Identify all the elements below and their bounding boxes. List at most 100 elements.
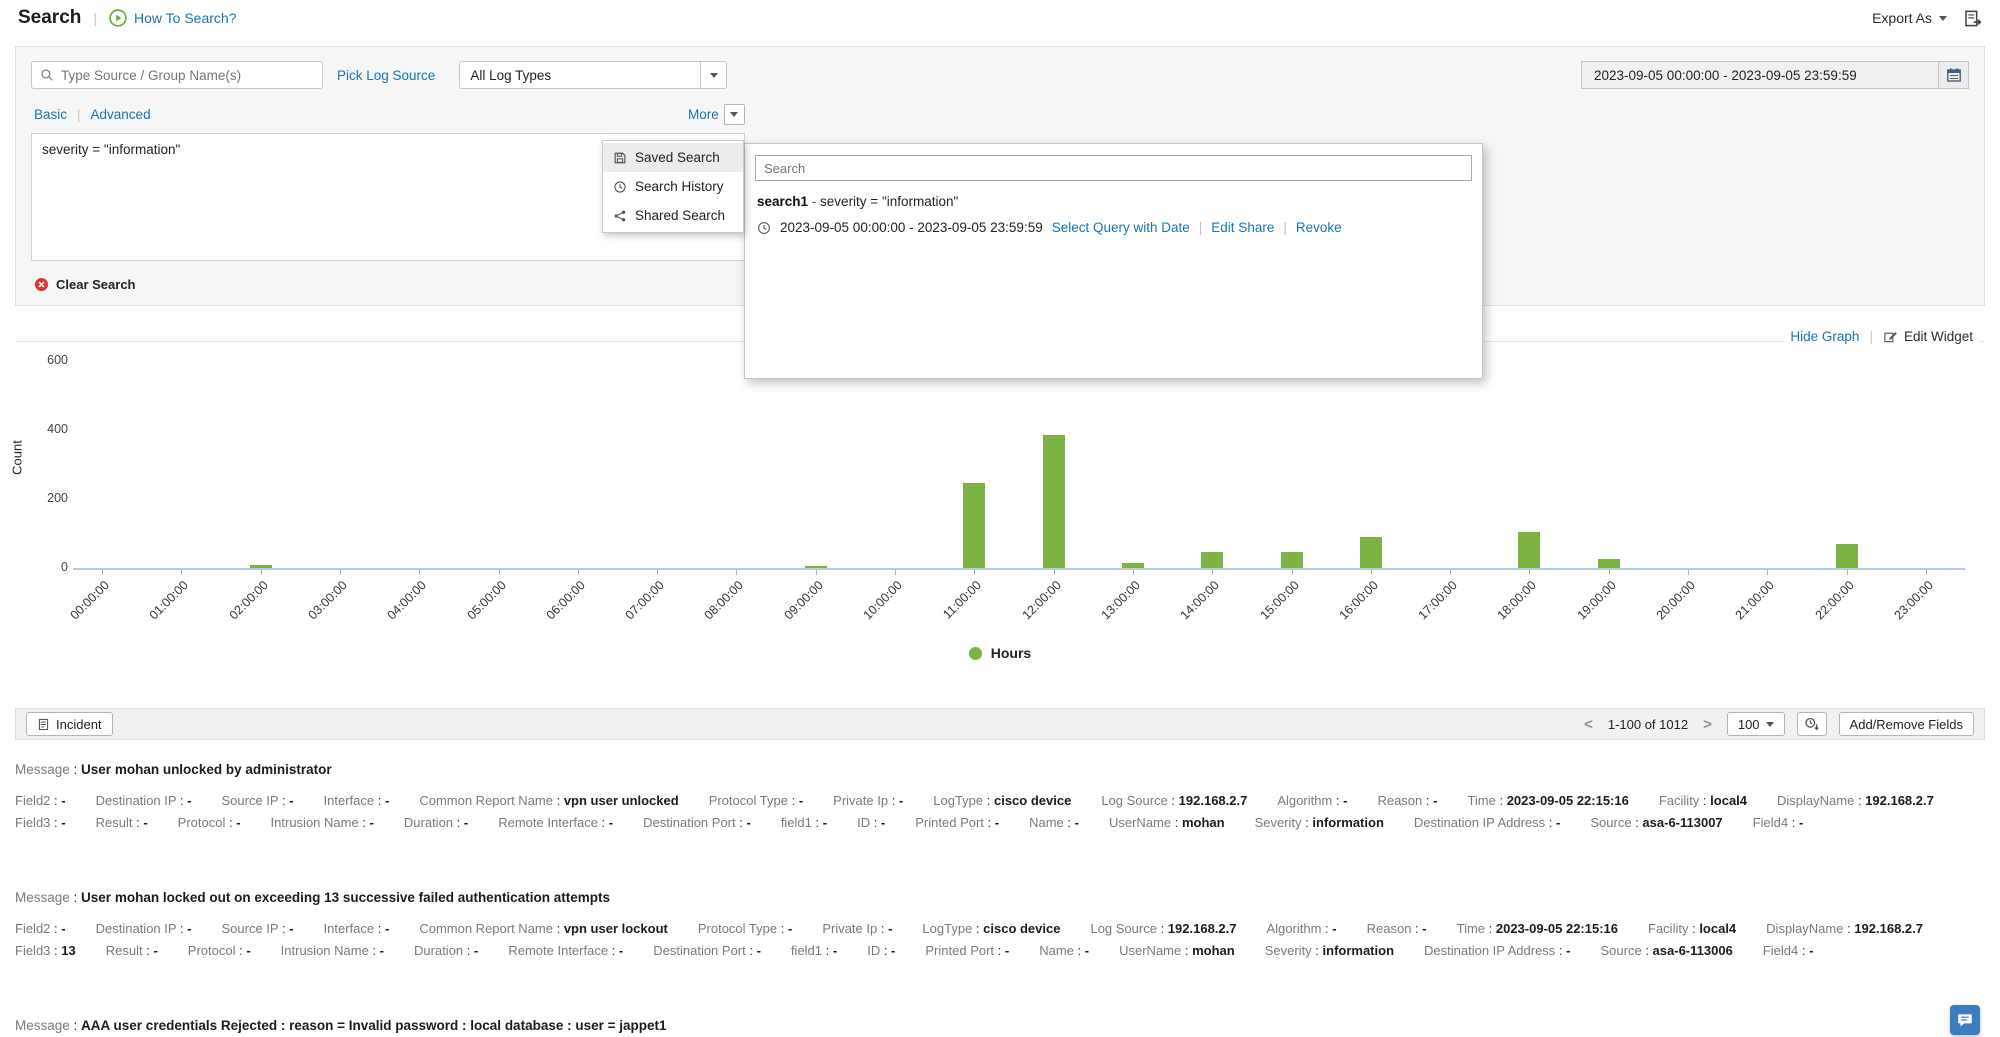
y-axis-tick-label: 600	[47, 353, 68, 367]
chart-bar[interactable]	[1518, 531, 1541, 568]
export-report-icon[interactable]	[1963, 9, 1982, 28]
field-label: ID	[867, 943, 881, 958]
field-value: -	[379, 943, 385, 958]
x-axis-tick	[657, 570, 659, 575]
menu-item-shared-search[interactable]: Shared Search	[603, 201, 743, 230]
log-field: Interface : -	[323, 921, 390, 936]
log-field: Facility : local4	[1658, 793, 1748, 808]
chart-bar[interactable]	[1359, 536, 1382, 568]
field-label: LogType	[933, 793, 984, 808]
message-value: User mohan locked out on exceeding 13 su…	[81, 890, 610, 905]
saved-action-3[interactable]: Revoke	[1274, 220, 1342, 235]
log-field: Destination IP Address : -	[1424, 943, 1571, 958]
field-value: -	[1566, 943, 1571, 958]
sort-by-time-button[interactable]	[1796, 712, 1827, 736]
saved-search-item[interactable]: search1severity = "information"	[755, 194, 1472, 209]
tab-advanced[interactable]: Advanced	[91, 107, 151, 122]
field-label: Destination IP Address	[1424, 943, 1556, 958]
pick-log-source-link[interactable]: Pick Log Source	[337, 68, 435, 83]
field-value: mohan	[1181, 815, 1225, 830]
history-icon	[613, 180, 627, 194]
log-message: Message : AAA user credentials Rejected …	[15, 1018, 667, 1033]
chart-bar[interactable]	[1280, 552, 1303, 568]
x-axis-tick	[1212, 570, 1214, 575]
next-page-button[interactable]: >	[1700, 716, 1715, 733]
field-label: Destination IP	[95, 793, 177, 808]
log-field: Duration : -	[403, 815, 469, 830]
source-search-input[interactable]	[61, 67, 314, 83]
incident-button[interactable]: Incident	[26, 712, 113, 736]
field-label: Log Source	[1090, 921, 1157, 936]
play-circle-icon	[109, 9, 127, 27]
more-dropdown-button[interactable]	[723, 104, 745, 125]
chart-bar[interactable]	[963, 483, 986, 568]
add-remove-fields-button[interactable]: Add/Remove Fields	[1838, 712, 1974, 736]
field-label: field1	[780, 815, 812, 830]
field-label: field1	[790, 943, 823, 958]
export-as-button[interactable]: Export As	[1872, 10, 1947, 26]
log-fields-row: Field3 : - Result : - Protocol : - Intrusio…	[15, 812, 1985, 834]
chart-bar[interactable]	[249, 565, 272, 568]
edit-widget-button[interactable]: Edit Widget	[1883, 329, 1973, 344]
field-value: -	[236, 815, 241, 830]
log-field: Log Source : 192.168.2.7	[1101, 793, 1248, 808]
log-type-select[interactable]: All Log Types	[459, 61, 728, 89]
tab-basic[interactable]: Basic	[34, 107, 67, 122]
log-field: Field3 : 13	[15, 943, 76, 958]
how-to-search-link[interactable]: How To Search?	[109, 9, 236, 27]
saved-search-filter-input[interactable]	[755, 155, 1472, 181]
x-axis-tick	[815, 570, 817, 575]
field-value: -	[187, 793, 192, 808]
field-value: -	[61, 815, 66, 830]
menu-item-search-history[interactable]: Search History	[603, 172, 743, 201]
field-label: Protocol	[187, 943, 236, 958]
prev-page-button[interactable]: <	[1581, 716, 1596, 733]
log-field: ID : -	[857, 815, 886, 830]
chart-bar[interactable]	[1121, 562, 1144, 568]
log-fields-row: Field2 : - Destination IP : - Source IP : …	[15, 918, 1985, 940]
saved-action-1[interactable]: Select Query with Date	[1052, 220, 1190, 235]
bar-chart: Count 0 200 400 600 00:00:00 01:00:00 02:00:00…	[0, 350, 2000, 650]
chart-bar[interactable]	[804, 566, 827, 568]
separator	[77, 107, 81, 122]
log-field: Protocol Type : -	[708, 793, 804, 808]
log-field: Severity : information	[1254, 815, 1384, 830]
x-axis-tick	[339, 570, 341, 575]
menu-item-saved-search[interactable]: Saved Search	[603, 143, 743, 172]
log-field: Reason : -	[1366, 921, 1427, 936]
share-icon	[613, 209, 627, 223]
field-value: -	[463, 815, 469, 830]
date-range-value[interactable]: 2023-09-05 00:00:00 - 2023-09-05 23:59:5…	[1581, 61, 1939, 89]
hide-graph-link[interactable]: Hide Graph	[1790, 329, 1859, 344]
more-link[interactable]: More	[688, 107, 719, 122]
field-label: Name	[1029, 815, 1064, 830]
field-label: Intrusion Name	[280, 943, 369, 958]
chart-legend[interactable]: Hours	[0, 645, 2000, 661]
chart-bar[interactable]	[1597, 559, 1620, 568]
field-value: -	[369, 815, 374, 830]
field-value: -	[1433, 793, 1438, 808]
log-field: Protocol Type : -	[697, 921, 793, 936]
field-value: cisco device	[993, 793, 1072, 808]
source-search-field[interactable]	[31, 61, 323, 89]
chart-bar[interactable]	[1042, 435, 1065, 568]
chart-bar[interactable]	[1201, 552, 1224, 568]
clear-search-button[interactable]: Clear Search	[34, 277, 136, 292]
x-axis-tick	[1529, 570, 1531, 575]
saved-action-2[interactable]: Edit Share	[1190, 220, 1274, 235]
chart-bar[interactable]	[1835, 543, 1858, 568]
log-field: Field3 : -	[15, 815, 66, 830]
field-label: DisplayName	[1777, 793, 1855, 808]
how-to-search-label[interactable]: How To Search?	[134, 10, 236, 26]
chat-feedback-button[interactable]	[1950, 1005, 1980, 1035]
page-size-select[interactable]: 100	[1726, 712, 1785, 736]
log-field: Destination IP Address : -	[1413, 815, 1561, 830]
field-label: Remote Interface	[498, 815, 598, 830]
log-type-dropdown[interactable]	[700, 62, 726, 88]
log-field: Source : asa-6-113007	[1590, 815, 1723, 830]
calendar-button[interactable]	[1939, 61, 1969, 89]
log-field: Algorithm : -	[1266, 921, 1337, 936]
log-field: Common Report Name : vpn user lockout	[419, 921, 668, 936]
log-field: Source IP : -	[221, 793, 294, 808]
field-value: -	[1004, 943, 1010, 958]
